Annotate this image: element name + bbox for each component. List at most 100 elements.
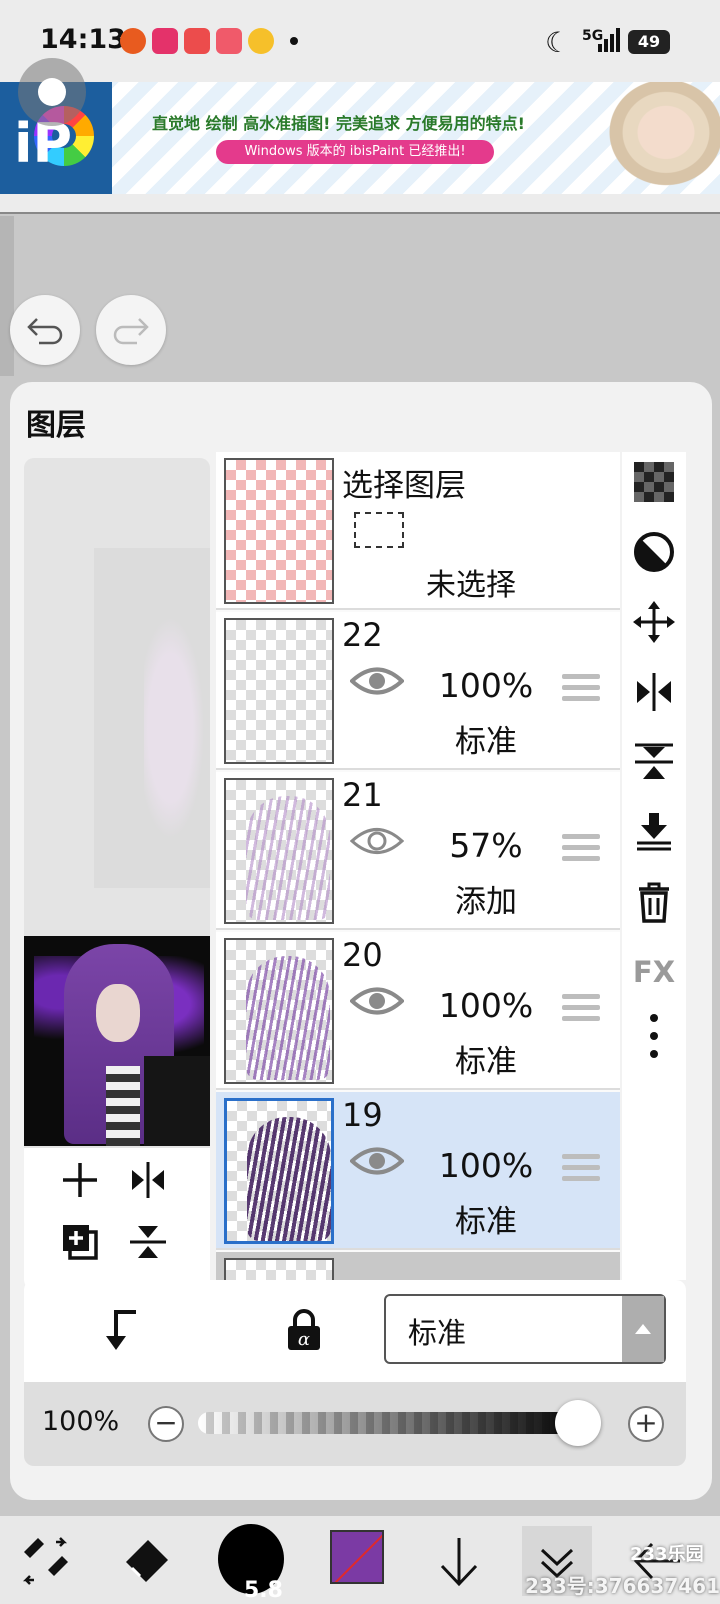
undo-button[interactable] [10,295,80,365]
layer-number: 20 [342,936,383,974]
layer-number: 19 [342,1096,383,1134]
svg-text:α: α [298,1329,310,1350]
flip-horizontal-icon [132,1162,164,1198]
opacity-decrease-button[interactable]: − [148,1406,184,1442]
thumbnail-shirt [106,1066,140,1146]
drag-handle-icon[interactable] [562,994,600,1024]
blend-mode-select[interactable]: 标准 [384,1294,666,1364]
layer-thumbnail [224,938,334,1084]
selection-layer-title: 选择图层 [342,468,466,504]
opacity-increase-button[interactable]: + [628,1406,664,1442]
do-not-disturb-icon: ☾ [545,26,571,59]
alpha-lock-button[interactable]: α [280,1306,328,1354]
watermark-logo: 233乐园 [630,1544,704,1565]
layer-row-partial[interactable] [216,1252,620,1280]
layer-row[interactable]: 22 100% 标准 [216,612,620,770]
opacity-slider[interactable] [198,1412,588,1434]
flip-vertical-button[interactable] [630,738,678,786]
video-app-icon [184,28,210,54]
move-icon [633,601,675,643]
color-swatch[interactable] [330,1530,384,1584]
flip-horizontal-icon [637,673,671,711]
layer-opacity: 100% [438,986,534,1025]
layer-panel: 图层 选择图层 未选择 22 100% 标准 21 57% 添加 20 100%… [10,382,712,1500]
eye-icon [349,1147,405,1175]
eraser-button[interactable] [112,1526,182,1596]
blend-mode-value: 标准 [408,1316,467,1350]
flip-layer-horizontal-button[interactable] [124,1156,172,1204]
redo-icon [113,318,149,345]
ad-character-image [600,82,720,194]
layer-number: 22 [342,616,383,654]
layer-side-toolbar: FX [622,452,686,1280]
brush-size-label: 5.8 [244,1578,283,1603]
delete-layer-button[interactable] [630,878,678,926]
ad-banner[interactable]: iP 直觉地 绘制 高水准插图! 完美追求 方便易用的特点! Windows 版… [0,82,720,194]
canvas-preview-column [24,458,210,1290]
layer-tool-area [24,1148,210,1290]
checker-icon [634,462,674,502]
visibility-toggle[interactable] [349,664,405,702]
signal-icon [598,28,620,52]
dropdown-arrow-icon [622,1296,664,1362]
layer-down-button[interactable] [424,1526,494,1596]
canvas-thumbnail[interactable] [24,936,210,1146]
flip-layer-vertical-button[interactable] [124,1218,172,1266]
color-slash-icon [334,1534,382,1582]
drag-handle-icon[interactable] [562,674,600,704]
eye-outline-icon [349,828,405,854]
drag-handle-icon[interactable] [562,834,600,864]
alpha-lock-icon: α [288,1309,320,1350]
more-icon [650,1014,658,1058]
music-app-icon [216,28,242,54]
layer-opacity: 100% [438,1146,534,1185]
drag-handle-icon[interactable] [562,1154,600,1184]
layer-row[interactable]: 20 100% 标准 [216,932,620,1090]
selection-layer[interactable]: 选择图层 未选择 [216,452,620,610]
tool-selection-button[interactable] [10,1526,80,1596]
redo-button[interactable] [96,295,166,365]
visibility-toggle[interactable] [349,1144,405,1182]
opacity-slider-thumb[interactable] [555,1400,601,1446]
ad-pill: Windows 版本的 ibisPaint 已经推出! [216,140,494,164]
layer-number: 21 [342,776,383,814]
layer-options-row: α 标准 [24,1280,686,1382]
notification-icons [120,28,274,54]
visibility-toggle[interactable] [349,984,405,1022]
ad-divider [0,194,720,214]
move-layer-button[interactable] [630,598,678,646]
layer-opacity: 57% [449,826,523,865]
weibo-app-icon [248,28,274,54]
clip-to-layer-button[interactable] [98,1306,146,1354]
duplicate-layer-button[interactable] [56,1218,104,1266]
undo-icon [27,318,63,345]
plus-icon [63,1163,97,1197]
panel-title: 图层 [26,408,86,443]
flip-horizontal-button[interactable] [630,668,678,716]
merge-down-button[interactable] [630,808,678,856]
eye-icon [349,667,405,695]
add-layer-button[interactable] [56,1156,104,1204]
transparency-lock-button[interactable] [630,458,678,506]
layer-row-selected[interactable]: 19 100% 标准 [216,1092,620,1250]
clipping-button[interactable] [630,528,678,576]
canvas-ghost-art [144,598,210,858]
flip-vertical-icon [635,743,673,779]
eraser-icon [126,1540,168,1582]
layer-opacity: 100% [438,666,534,705]
layer-list[interactable]: 选择图层 未选择 22 100% 标准 21 57% 添加 20 100% 标准… [216,452,620,1280]
floating-assistive-button[interactable] [18,58,86,126]
pumpkin-app-icon [120,28,146,54]
watermark-text: 233号:376637461 [525,1574,720,1598]
clip-arrow-icon [106,1310,136,1350]
fx-button[interactable]: FX [630,948,678,996]
layer-blend-mode: 标准 [455,1044,517,1080]
eye-icon [349,987,405,1015]
more-options-button[interactable] [630,1012,678,1060]
status-bar: 14:13 ☾ 5G 49 [0,0,720,82]
layer-thumbnail [224,1258,334,1280]
battery-indicator: 49 [628,30,670,54]
visibility-toggle[interactable] [349,824,405,862]
layer-row[interactable]: 21 57% 添加 [216,772,620,930]
arrow-down-icon [440,1538,478,1587]
